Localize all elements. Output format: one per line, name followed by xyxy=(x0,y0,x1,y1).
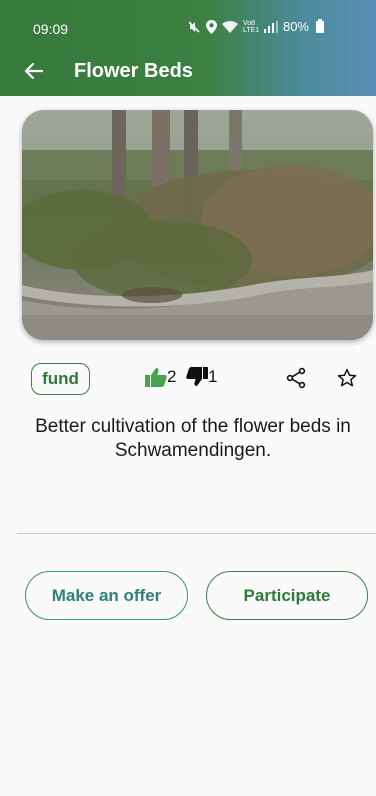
status-icons: Vo8 LTE1 80% xyxy=(187,18,324,34)
battery-percent: 80% xyxy=(282,19,309,34)
star-outline-icon xyxy=(337,368,357,387)
make-offer-button[interactable]: Make an offer xyxy=(25,571,188,620)
status-bar: 09:09 Vo8 LTE1 80% xyxy=(0,0,376,44)
top-app-bar: 09:09 Vo8 LTE1 80% Flower Beds xyxy=(0,0,376,96)
network-label: Vo8 LTE1 xyxy=(242,19,260,34)
status-time: 09:09 xyxy=(33,21,69,37)
thumbs-up-icon xyxy=(145,368,167,387)
mute-icon xyxy=(187,20,201,34)
wifi-icon xyxy=(221,20,238,33)
downvote-button[interactable]: 1 xyxy=(186,367,217,387)
location-icon xyxy=(205,19,217,34)
signal-icon xyxy=(263,20,278,33)
category-tag[interactable]: fund xyxy=(31,363,90,395)
back-button[interactable] xyxy=(22,59,46,83)
share-icon xyxy=(286,367,306,389)
participate-button[interactable]: Participate xyxy=(206,571,368,620)
thumbs-down-icon xyxy=(186,367,208,386)
upvote-button[interactable]: 2 xyxy=(145,367,176,387)
downvote-count: 1 xyxy=(208,367,218,386)
arrow-left-icon xyxy=(25,63,43,79)
page-title: Flower Beds xyxy=(74,60,193,82)
upvote-count: 2 xyxy=(167,367,177,386)
app-bar: Flower Beds xyxy=(0,48,376,94)
divider xyxy=(17,533,376,534)
battery-icon xyxy=(316,18,324,33)
project-meta-row: fund 2 1 xyxy=(0,362,376,398)
project-image xyxy=(22,110,373,340)
share-button[interactable] xyxy=(284,366,308,390)
favorite-button[interactable] xyxy=(335,366,359,390)
project-description: Better cultivation of the flower beds in… xyxy=(35,416,351,461)
